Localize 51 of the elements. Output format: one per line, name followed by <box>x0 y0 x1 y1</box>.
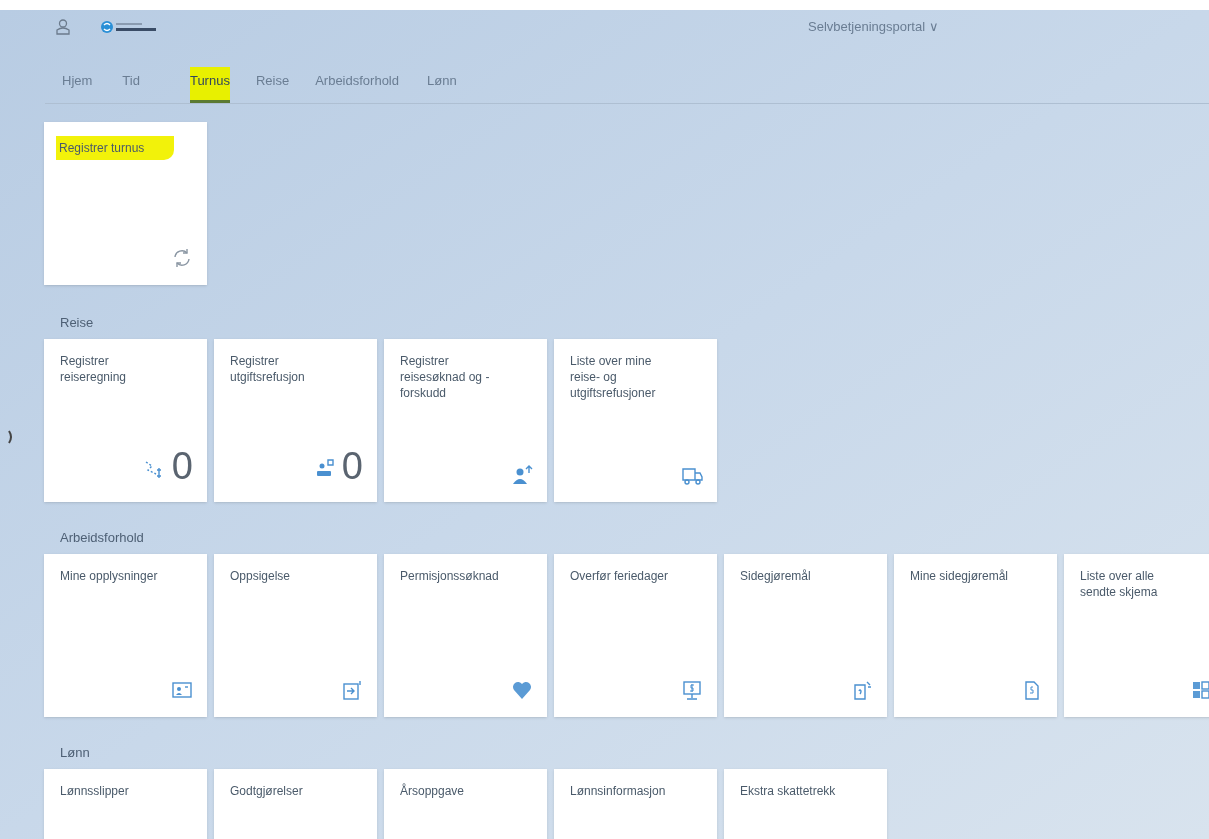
app-tile[interactable]: Registrer turnus <box>44 122 207 285</box>
person-up-icon <box>511 464 533 486</box>
app-tile[interactable]: Godtgjørelser <box>214 769 377 839</box>
tile-title: Overfør feriedager <box>570 568 670 584</box>
group-title: Arbeidsforhold <box>59 529 145 547</box>
app-tile[interactable]: Mine opplysninger <box>44 554 207 717</box>
tile-title: Registrer turnus <box>56 136 174 160</box>
tile-title: Registrer utgiftsrefusjon <box>230 353 306 385</box>
app-tile[interactable]: Registrer utgiftsrefusjon 0 <box>214 339 377 502</box>
id-card-icon <box>171 679 193 701</box>
app-tile[interactable]: Liste over mine reise- og utgiftsrefusjoner <box>554 339 717 502</box>
heart-icon <box>511 679 533 701</box>
app-tile[interactable]: Ekstra skattetrekk <box>724 769 887 839</box>
edge-handle-icon <box>8 430 14 444</box>
tile-title: Lønnsslipper <box>60 783 130 799</box>
tile-title: Liste over alle sendte skjema <box>1080 568 1159 600</box>
tile-title: Registrer reisesøknad og - forskudd <box>400 353 491 401</box>
app-tile[interactable]: Mine sidegjøremål <box>894 554 1057 717</box>
app-tile[interactable]: Permisjonssøknad <box>384 554 547 717</box>
app-tile[interactable]: Overfør feriedager <box>554 554 717 717</box>
tile-title: Permisjonssøknad <box>400 568 500 584</box>
monitor-dollar-icon <box>681 679 703 701</box>
group-title: Reise <box>59 314 95 332</box>
tile-count: 0 <box>171 446 193 486</box>
tile-title: Lønnsinformasjon <box>570 783 667 799</box>
app-tile[interactable]: Oppsigelse <box>214 554 377 717</box>
grid-icon <box>1191 679 1209 701</box>
app-tile[interactable]: Registrer reisesøknad og - forskudd <box>384 339 547 502</box>
tile-title: Mine sidegjøremål <box>910 568 1010 584</box>
app-tile[interactable]: Årsoppgave <box>384 769 547 839</box>
app-tile[interactable]: Lønnsinformasjon <box>554 769 717 839</box>
tile-title: Årsoppgave <box>400 783 466 799</box>
tile-title: Oppsigelse <box>230 568 292 584</box>
tile-title: Ekstra skattetrekk <box>740 783 837 799</box>
app-tile[interactable]: Liste over alle sendte skjema <box>1064 554 1209 717</box>
arrow-box-icon <box>341 679 363 701</box>
tile-title: Registrer reiseregning <box>60 353 128 385</box>
refresh-icon <box>171 247 193 269</box>
nav-tab[interactable]: Turnus <box>189 66 230 103</box>
group-title: Lønn <box>59 744 91 762</box>
tile-title: Liste over mine reise- og utgiftsrefusjoner <box>570 353 657 401</box>
logo-icon <box>100 20 158 34</box>
app-tile[interactable]: Sidegjøremål <box>724 554 887 717</box>
tile-title: Godtgjørelser <box>230 783 304 799</box>
app-tile[interactable]: Registrer reiseregning 0 <box>44 339 207 502</box>
tile-title: Sidegjøremål <box>740 568 812 584</box>
document-icon <box>851 679 873 701</box>
app-tile[interactable]: Lønnsslipper <box>44 769 207 839</box>
tile-count: 0 <box>341 446 363 486</box>
tile-title: Mine opplysninger <box>60 568 159 584</box>
user-icon[interactable] <box>56 19 70 35</box>
